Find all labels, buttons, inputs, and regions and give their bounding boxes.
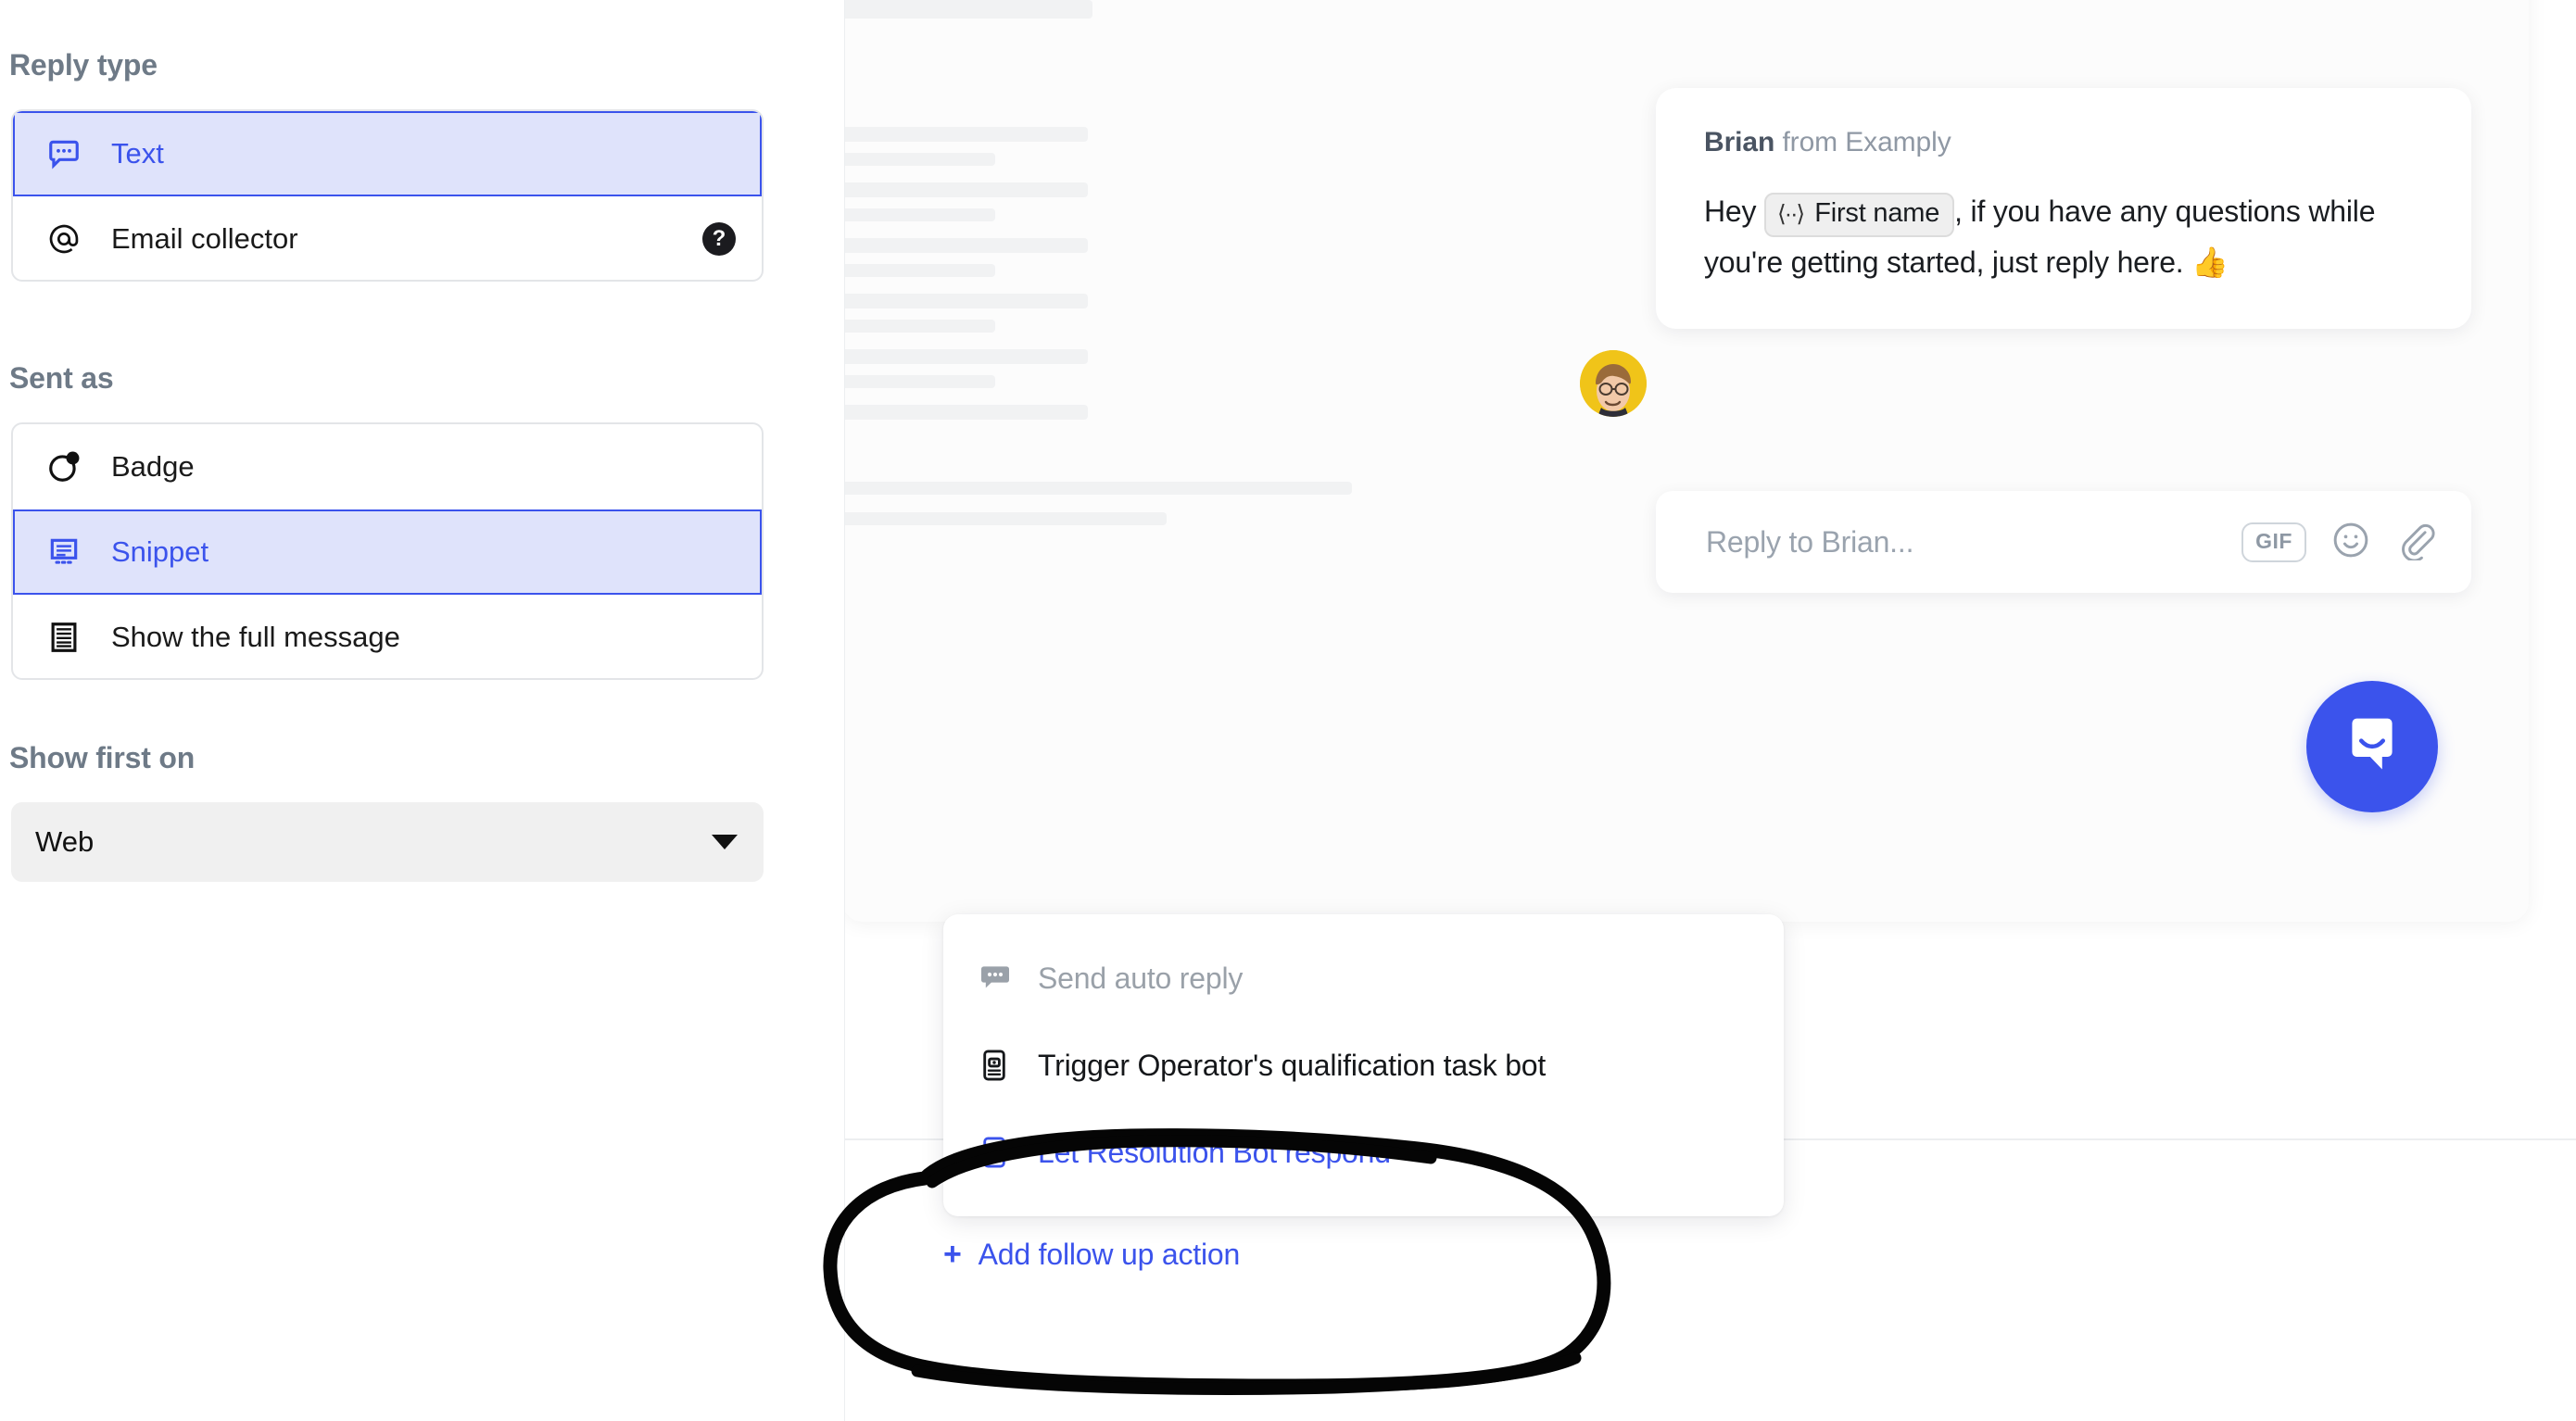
attribute-pill-first-name[interactable]: ⟨··⟩ First name <box>1764 193 1955 237</box>
reply-type-label: Reply type <box>9 48 158 82</box>
at-sign-icon <box>46 221 89 257</box>
gif-button[interactable]: GIF <box>2241 522 2306 562</box>
add-follow-up-action-button[interactable]: + Add follow up action <box>943 1237 1240 1273</box>
skeleton-bar <box>845 349 1088 364</box>
reply-type-option-text[interactable]: Text <box>13 111 762 196</box>
sent-as-option-full-message[interactable]: Show the full message <box>13 595 762 678</box>
skeleton-bar <box>845 375 995 388</box>
thumbs-up-emoji: 👍 <box>2191 245 2229 280</box>
skeleton-bar <box>845 512 1167 525</box>
skeleton-bar <box>845 238 1088 253</box>
skeleton-bar <box>845 208 995 221</box>
code-attribute-icon: ⟨··⟩ <box>1777 201 1805 227</box>
sent-as-option-snippet[interactable]: Snippet <box>13 509 762 595</box>
reply-type-option-email-collector[interactable]: Email collector ? <box>13 196 762 280</box>
sent-as-option-badge[interactable]: Badge <box>13 424 762 509</box>
skeleton-bar <box>845 405 1088 420</box>
messenger-home-card: Brian from Examply Hey ⟨··⟩ First name ,… <box>845 0 2529 922</box>
skeleton-bar <box>845 153 995 166</box>
bot-icon <box>977 1135 1021 1170</box>
plus-icon: + <box>943 1237 962 1272</box>
skeleton-bar <box>845 0 1092 19</box>
menu-item-send-auto-reply[interactable]: Send auto reply <box>943 935 1784 1022</box>
composer-tools: GIF <box>2241 520 2436 565</box>
messenger-launcher-button[interactable] <box>2306 681 2438 812</box>
follow-up-actions-menu: Send auto reply Trigger Operator's quali… <box>943 914 1784 1216</box>
menu-item-let-resolution-bot-respond[interactable]: Let Resolution Bot respond <box>943 1109 1784 1196</box>
message-text-before: Hey <box>1704 195 1757 228</box>
sent-as-option-group: Badge Snippet Show the full message <box>11 422 764 680</box>
chat-bubble-dots-icon <box>977 960 1021 997</box>
message-body: Hey ⟨··⟩ First name , if you have any qu… <box>1704 186 2423 288</box>
message-sender-line: Brian from Examply <box>1704 127 2423 158</box>
skeleton-bar <box>845 182 1088 197</box>
skeleton-bar <box>845 482 1352 495</box>
sent-as-option-snippet-label: Snippet <box>111 535 209 568</box>
avatar <box>1580 350 1647 417</box>
intercom-logo-icon <box>2338 710 2406 784</box>
menu-item-send-auto-reply-label: Send auto reply <box>1038 961 1244 995</box>
sender-suffix: from Examply <box>1782 127 1951 157</box>
add-follow-up-action-label: Add follow up action <box>978 1238 1241 1271</box>
sent-as-option-full-message-label: Show the full message <box>111 621 400 653</box>
badge-dot-icon <box>46 449 89 484</box>
bot-icon <box>977 1048 1021 1083</box>
paperclip-icon[interactable] <box>2395 520 2436 565</box>
snippet-icon <box>46 534 89 570</box>
help-icon[interactable]: ? <box>702 222 736 256</box>
sent-as-option-badge-label: Badge <box>111 450 195 483</box>
skeleton-bar <box>845 320 995 333</box>
full-message-icon <box>46 620 89 655</box>
reply-type-option-email-collector-label: Email collector <box>111 222 298 255</box>
reply-type-option-group: Text Email collector ? <box>11 109 764 282</box>
sender-name: Brian <box>1704 127 1775 157</box>
reply-input-placeholder[interactable]: Reply to Brian... <box>1706 525 1913 560</box>
show-first-on-label: Show first on <box>9 741 196 774</box>
menu-item-trigger-qualification-bot[interactable]: Trigger Operator's qualification task bo… <box>943 1022 1784 1109</box>
skeleton-bar <box>845 294 1088 308</box>
reply-type-option-text-label: Text <box>111 137 164 170</box>
sent-as-label: Sent as <box>9 361 114 395</box>
chat-bubble-dots-icon <box>46 136 89 171</box>
reply-composer[interactable]: Reply to Brian... GIF <box>1656 491 2471 593</box>
menu-item-trigger-qualification-bot-label: Trigger Operator's qualification task bo… <box>1038 1048 1547 1082</box>
emoji-smiley-icon[interactable] <box>2330 520 2371 565</box>
attribute-pill-label: First name <box>1814 198 1940 229</box>
menu-item-let-resolution-bot-respond-label: Let Resolution Bot respond <box>1038 1135 1391 1169</box>
preview-message-card: Brian from Examply Hey ⟨··⟩ First name ,… <box>1656 88 2471 330</box>
show-first-on-value: Web <box>35 825 95 858</box>
skeleton-bar <box>845 264 995 277</box>
skeleton-bar <box>845 127 1088 142</box>
show-first-on-select[interactable]: Web <box>11 802 764 882</box>
caret-down-icon <box>712 835 738 849</box>
settings-sidebar: Reply type Text Email collector ? Sent a… <box>0 0 845 1421</box>
